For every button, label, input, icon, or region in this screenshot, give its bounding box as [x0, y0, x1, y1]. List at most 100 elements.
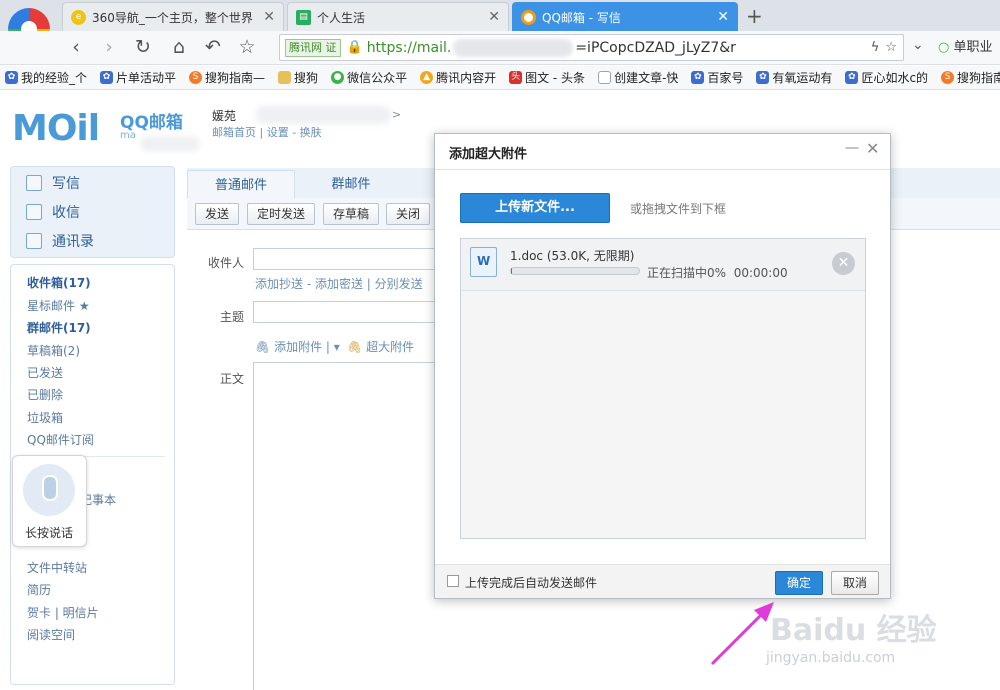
bookmark-item[interactable]: S 搜狗指南— [189, 69, 265, 86]
subject-label: 主题 [220, 310, 245, 324]
sidebar-item-resume[interactable]: 简历 [27, 581, 51, 598]
add-attachment-link[interactable]: 🖇 添加附件 | ▾ [255, 338, 340, 355]
bookmark-item[interactable]: ✿ 我的经验_个 [5, 69, 87, 86]
favorite-icon[interactable]: ☆ [885, 40, 897, 55]
url-tail: =iPCopcDZAD_jLyZ7&r [575, 39, 736, 56]
qqmail-logo[interactable]: MOil [12, 108, 100, 149]
tab-title: 360导航_一个主页，整个世界 [92, 10, 253, 25]
bookmark-item[interactable]: 搜狗 [278, 69, 318, 86]
send-button[interactable]: 发送 [195, 203, 240, 225]
body-label: 正文 [220, 372, 245, 386]
folder-icon [278, 71, 292, 84]
inbox-button[interactable]: 收信 [26, 202, 80, 222]
close-button[interactable]: 关闭 [386, 203, 431, 225]
paw-icon: ✿ [100, 71, 114, 84]
search-icon: ○ [938, 40, 950, 55]
search-engine-box[interactable]: ○ 单职业 [938, 36, 993, 55]
sidebar-item-spam[interactable]: 垃圾箱 [27, 409, 63, 426]
confirm-button[interactable]: 确定 [775, 571, 823, 595]
search-label: 单职业 [953, 40, 993, 55]
qqmail-logo-sub: ma [120, 130, 136, 141]
redacted-email [256, 106, 391, 124]
bookmark-item[interactable]: ▲ 腾讯内容开 [420, 69, 496, 86]
drag-hint: 或拖拽文件到下框 [630, 202, 727, 216]
sidebar-item-file-transfer[interactable]: 文件中转站 [27, 559, 87, 576]
header-links[interactable]: 邮箱首页 | 设置 - 换肤 [212, 124, 322, 140]
sidebar-item-subscriptions[interactable]: QQ邮件订阅 [27, 431, 94, 448]
tab-normal-mail[interactable]: 普通邮件 [187, 170, 295, 198]
wechat-icon: ● [331, 71, 345, 84]
close-icon[interactable]: ✕ [866, 139, 879, 158]
bookmark-item[interactable]: ● 微信公众平 [331, 69, 407, 86]
voice-label: 长按说话 [25, 526, 74, 540]
cancel-button[interactable]: 取消 [831, 571, 879, 595]
chevron-down-icon[interactable]: ⌄ [912, 37, 924, 53]
close-icon[interactable]: ✕ [263, 9, 275, 25]
back-icon[interactable]: ‹ [64, 36, 88, 58]
subject-input[interactable] [253, 301, 453, 323]
tab-personal-life[interactable]: ▤ 个人生活 ✕ [287, 2, 509, 31]
big-attachment-link[interactable]: 🖇 超大附件 [347, 338, 414, 355]
paperclip-icon: 🖇 [255, 340, 271, 354]
bookmark-item[interactable]: ✿ 匠心如水c的 [845, 69, 928, 86]
sidebar-item-group-mail[interactable]: 群邮件(17) [27, 319, 91, 336]
home-icon[interactable]: ⌂ [167, 36, 191, 58]
pencil-icon [26, 175, 42, 191]
360-nav-icon: e [71, 9, 86, 25]
bookmark-item[interactable]: ✿ 片单活动平 [100, 69, 176, 86]
chevron-right-icon[interactable]: > [392, 108, 401, 121]
dialog-title: 添加超大附件 [449, 147, 528, 162]
sidebar-item-starred[interactable]: 星标邮件 ★ [27, 297, 90, 314]
reload-icon[interactable]: ↻ [131, 36, 155, 58]
tab-360-nav[interactable]: e 360导航_一个主页，整个世界 ✕ [62, 2, 284, 31]
user-name: 媛苑 [212, 109, 237, 123]
tab-title: QQ邮箱 - 写信 [542, 10, 621, 25]
microphone-icon[interactable] [23, 464, 75, 516]
bookmark-item[interactable]: S搜狗指南 [941, 69, 1000, 86]
cc-links[interactable]: 添加抄送 - 添加密送 | 分别发送 [255, 275, 423, 292]
forward-icon[interactable]: › [97, 36, 121, 58]
tab-group-mail[interactable]: 群邮件 [297, 170, 405, 198]
paw-icon: ✿ [756, 71, 770, 84]
to-input[interactable] [253, 248, 453, 270]
auto-send-checkbox[interactable] [447, 575, 459, 587]
body-editor[interactable] [253, 362, 453, 690]
bookmark-item[interactable]: ✿ 有氧运动有 [756, 69, 832, 86]
minimize-icon[interactable]: — [845, 140, 859, 156]
star-icon[interactable]: ☆ [235, 36, 259, 58]
sidebar-item-cards[interactable]: 贺卡 | 明信片 [27, 604, 99, 621]
remove-file-icon[interactable]: ✕ [832, 252, 855, 275]
word-document-icon [470, 247, 497, 277]
sidebar-item-sent[interactable]: 已发送 [27, 364, 63, 381]
sidebar-item-drafts[interactable]: 草稿箱(2) [27, 342, 80, 359]
undo-icon[interactable]: ↶ [201, 36, 225, 58]
close-icon[interactable]: ✕ [488, 9, 500, 25]
sidebar-item-inbox[interactable]: 收件箱(17) [27, 274, 91, 291]
redacted-area [140, 137, 200, 151]
address-bar[interactable]: 腾讯网 证 🔒 https://mail. =iPCopcDZAD_jLyZ7&… [279, 34, 904, 61]
paw-icon: ✿ [845, 71, 859, 84]
save-draft-button[interactable]: 存草稿 [323, 203, 380, 225]
watermark-url: jingyan.baidu.com [766, 650, 896, 666]
scheduled-send-button[interactable]: 定时发送 [247, 203, 316, 225]
tab-qqmail[interactable]: QQ邮箱 - 写信 ✕ [512, 2, 738, 31]
contacts-button[interactable]: 通讯录 [26, 231, 94, 251]
auto-send-label: 上传完成后自动发送邮件 [465, 576, 598, 590]
bookmark-item[interactable]: 头图文 - 头条 [509, 69, 585, 86]
bookmark-item[interactable]: 创建文章-快 [598, 69, 678, 86]
tab-title: 个人生活 [317, 10, 366, 25]
sidebar-item-reading-space[interactable]: 阅读空间 [27, 626, 75, 643]
new-tab-icon[interactable]: + [746, 4, 763, 28]
flash-icon[interactable]: ϟ [871, 40, 880, 55]
paw-icon: ✿ [691, 71, 705, 84]
to-label: 收件人 [208, 256, 245, 270]
sidebar-item-deleted[interactable]: 已删除 [27, 386, 63, 403]
navigation-bar: ‹ › ↻ ⌂ ↶ ☆ 腾讯网 证 🔒 https://mail. =iPCop… [0, 31, 1000, 65]
upload-new-file-button[interactable]: 上传新文件... [460, 193, 610, 223]
file-name: 1.doc (53.0K, 无限期) [510, 249, 635, 263]
close-icon[interactable]: ✕ [717, 9, 729, 25]
write-button[interactable]: 写信 [26, 173, 80, 193]
sogou-icon: S [189, 71, 203, 84]
bookmark-item[interactable]: ✿ 百家号 [691, 69, 743, 86]
progress-status: 正在扫描中0% 00:00:00 [647, 266, 788, 280]
